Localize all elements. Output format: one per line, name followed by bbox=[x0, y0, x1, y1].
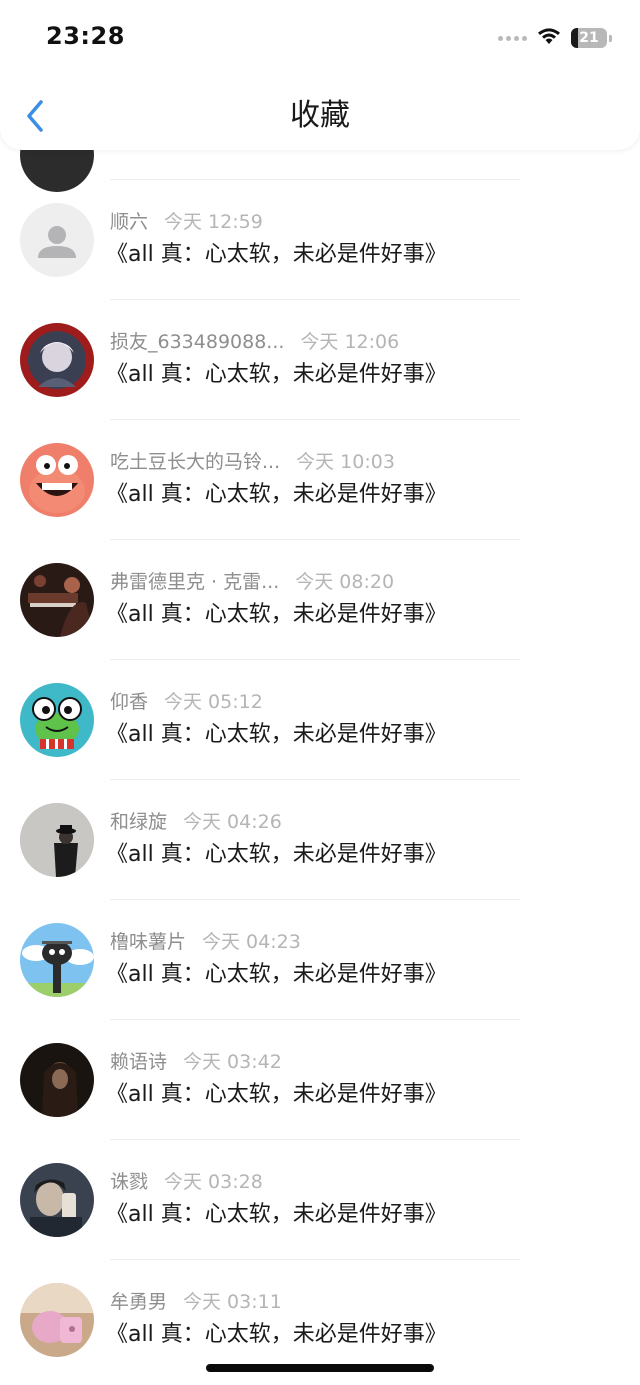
home-indicator[interactable] bbox=[206, 1364, 434, 1372]
comment-text[interactable]: 《all 真：心太软，未必是件好事》 bbox=[106, 840, 447, 870]
comment-meta: 损友_633489088... 今天 12:06 bbox=[110, 331, 399, 353]
avatar[interactable] bbox=[20, 1283, 94, 1357]
user-name[interactable]: 仰香 bbox=[110, 691, 148, 713]
list-item[interactable]: 顺六 今天 12:59 《all 真：心太软，未必是件好事》 bbox=[0, 180, 640, 300]
status-indicators: 21 bbox=[498, 27, 612, 49]
comment-text[interactable]: 《all 真：心太软，未必是件好事》 bbox=[106, 960, 447, 990]
user-name[interactable]: 损友_633489088... bbox=[110, 331, 284, 353]
comment-meta: 仰香 今天 05:12 bbox=[110, 691, 263, 713]
comment-text[interactable]: 《all 真：心太软，未必是件好事》 bbox=[106, 1080, 447, 1110]
comment-meta: 诛戮 今天 03:28 bbox=[110, 1171, 263, 1193]
user-name[interactable]: 牟勇男 bbox=[110, 1291, 167, 1313]
comment-meta: 橹味薯片 今天 04:23 bbox=[110, 931, 301, 953]
battery-level: 21 bbox=[579, 30, 599, 46]
user-name[interactable]: 诛戮 bbox=[110, 1171, 148, 1193]
comment-text[interactable]: 《all 真：心太软，未必是件好事》 bbox=[106, 360, 447, 390]
avatar[interactable] bbox=[20, 803, 94, 877]
comment-meta: 牟勇男 今天 03:11 bbox=[110, 1291, 282, 1313]
comment-time: 今天 10:03 bbox=[296, 451, 395, 473]
status-time: 23:28 bbox=[46, 22, 125, 50]
comment-text[interactable]: 《all 真：心太软，未必是件好事》 bbox=[106, 600, 447, 630]
avatar[interactable] bbox=[20, 443, 94, 517]
comment-text[interactable]: 《all 真：心太软，未必是件好事》 bbox=[106, 1200, 447, 1230]
list-item[interactable]: 弗雷德里克 · 克雷... 今天 08:20 《all 真：心太软，未必是件好事》 bbox=[0, 540, 640, 660]
user-name[interactable]: 和绿旋 bbox=[110, 811, 167, 833]
comment-time: 今天 04:23 bbox=[202, 931, 301, 953]
comment-text[interactable]: 《all 真：心太软，未必是件好事》 bbox=[106, 720, 447, 750]
list-item[interactable]: 橹味薯片 今天 04:23 《all 真：心太软，未必是件好事》 bbox=[0, 900, 640, 1020]
comment-meta: 赖语诗 今天 03:42 bbox=[110, 1051, 282, 1073]
comment-time: 今天 08:20 bbox=[295, 571, 395, 593]
comment-text[interactable]: 《all 真：心太软，未必是件好事》 bbox=[106, 480, 447, 510]
favorites-screen: 顺六 今天 12:59 《all 真：心太软，未必是件好事》 损友_6334890… bbox=[0, 0, 640, 1385]
user-name[interactable]: 吃土豆长大的马铃... bbox=[110, 451, 280, 473]
wifi-icon bbox=[537, 27, 561, 49]
comment-time: 今天 12:06 bbox=[300, 331, 400, 353]
list-item[interactable]: 损友_633489088... 今天 12:06 《all 真：心太软，未必是件好… bbox=[0, 300, 640, 420]
comment-meta: 顺六 今天 12:59 bbox=[110, 211, 263, 233]
list-item[interactable]: 和绿旋 今天 04:26 《all 真：心太软，未必是件好事》 bbox=[0, 780, 640, 900]
avatar[interactable] bbox=[20, 323, 94, 397]
avatar[interactable] bbox=[20, 683, 94, 757]
avatar[interactable] bbox=[20, 563, 94, 637]
list-item[interactable]: 诛戮 今天 03:28 《all 真：心太软，未必是件好事》 bbox=[0, 1140, 640, 1260]
comment-time: 今天 05:12 bbox=[164, 691, 263, 713]
comment-meta: 弗雷德里克 · 克雷... 今天 08:20 bbox=[110, 571, 394, 593]
avatar[interactable] bbox=[20, 203, 94, 277]
list-item[interactable]: 赖语诗 今天 03:42 《all 真：心太软，未必是件好事》 bbox=[0, 1020, 640, 1140]
list-item[interactable]: 吃土豆长大的马铃... 今天 10:03 《all 真：心太软，未必是件好事》 bbox=[0, 420, 640, 540]
user-name[interactable]: 赖语诗 bbox=[110, 1051, 167, 1073]
avatar[interactable] bbox=[20, 1163, 94, 1237]
comment-meta: 吃土豆长大的马铃... 今天 10:03 bbox=[110, 451, 395, 473]
user-name[interactable]: 弗雷德里克 · 克雷... bbox=[110, 571, 279, 593]
page-title: 收藏 bbox=[290, 98, 350, 133]
comment-meta: 和绿旋 今天 04:26 bbox=[110, 811, 282, 833]
battery-icon: 21 bbox=[571, 28, 607, 48]
nav-header: 23:28 21 收藏 bbox=[0, 0, 640, 150]
user-name[interactable]: 顺六 bbox=[110, 211, 148, 233]
list-item[interactable]: 牟勇男 今天 03:11 《all 真：心太软，未必是件好事》 bbox=[0, 1260, 640, 1380]
avatar[interactable] bbox=[20, 923, 94, 997]
comment-time: 今天 12:59 bbox=[164, 211, 263, 233]
user-name[interactable]: 橹味薯片 bbox=[110, 931, 186, 953]
list-item[interactable]: 仰香 今天 05:12 《all 真：心太软，未必是件好事》 bbox=[0, 660, 640, 780]
comment-text[interactable]: 《all 真：心太软，未必是件好事》 bbox=[106, 240, 447, 270]
comment-time: 今天 03:42 bbox=[183, 1051, 282, 1073]
comment-time: 今天 03:11 bbox=[183, 1291, 282, 1313]
comment-text[interactable]: 《all 真：心太软，未必是件好事》 bbox=[106, 1320, 447, 1350]
signal-icon bbox=[498, 35, 527, 41]
comment-time: 今天 04:26 bbox=[183, 811, 282, 833]
comment-time: 今天 03:28 bbox=[164, 1171, 263, 1193]
avatar[interactable] bbox=[20, 1043, 94, 1117]
